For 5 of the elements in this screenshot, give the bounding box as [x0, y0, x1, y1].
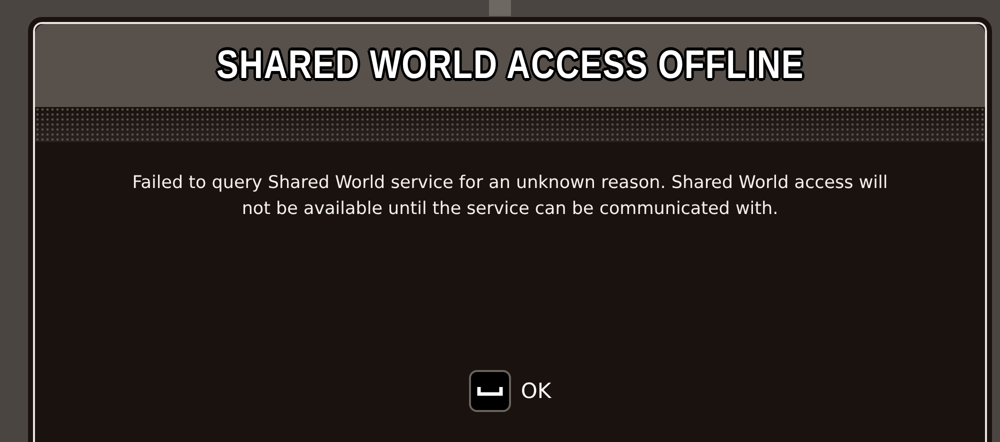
dialog-message: Failed to query Shared World service for an unknown reason. Shared World access will not be available until the service can be communicated with. — [131, 172, 889, 221]
spacebar-key-icon — [468, 370, 511, 412]
ok-button[interactable]: OK — [468, 370, 552, 412]
dialog-title: SHARED WORLD ACCESS OFFLINE — [216, 43, 804, 88]
top-handle — [489, 0, 511, 16]
